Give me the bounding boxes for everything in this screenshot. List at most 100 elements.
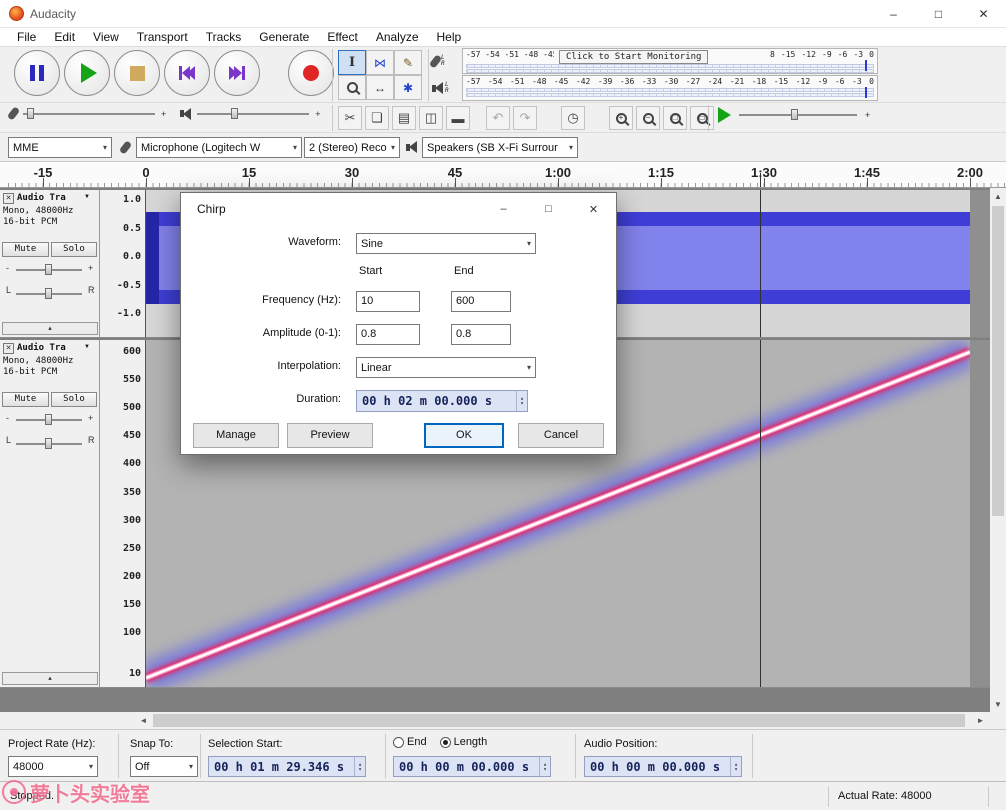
track2-solo-button[interactable]: Solo bbox=[51, 392, 97, 407]
playback-device-dropdown[interactable]: Speakers (SB X-Fi Surrour ▾ bbox=[422, 137, 578, 158]
end-radio[interactable] bbox=[393, 736, 404, 748]
track2-vertical-ruler[interactable]: 600 550 500 450 400 350 300 250 200 150 … bbox=[100, 340, 146, 688]
track1-gain-thumb[interactable] bbox=[45, 264, 52, 275]
zoom-tool-button[interactable] bbox=[338, 75, 366, 100]
trim-audio-button[interactable]: ◫ bbox=[419, 106, 443, 130]
project-rate-dropdown[interactable]: 48000 ▾ bbox=[8, 756, 98, 777]
menu-tracks[interactable]: Tracks bbox=[197, 30, 251, 44]
play-at-speed-icon[interactable] bbox=[718, 107, 731, 123]
amplitude-start-input[interactable]: 0.8 bbox=[356, 324, 420, 345]
track1-mute-button[interactable]: Mute bbox=[2, 242, 49, 257]
horizontal-scroll-thumb[interactable] bbox=[153, 714, 965, 727]
track2-gain-slider[interactable] bbox=[16, 414, 82, 425]
track1-solo-button[interactable]: Solo bbox=[51, 242, 97, 257]
fit-project-button[interactable]: ▭ bbox=[690, 106, 714, 130]
redo-button[interactable]: ↷ bbox=[513, 106, 537, 130]
recording-meter[interactable]: LR -57 -54 -51 -48 -45 8 -15 -12 -9 -6 -… bbox=[428, 48, 878, 74]
dialog-minimize-button[interactable]: – bbox=[481, 194, 526, 224]
track1-pan-slider[interactable] bbox=[16, 288, 82, 299]
window-close-button[interactable]: ✕ bbox=[961, 0, 1006, 28]
frequency-start-input[interactable]: 10 bbox=[356, 291, 420, 312]
manage-button[interactable]: Manage bbox=[193, 423, 279, 448]
pause-button[interactable] bbox=[14, 50, 60, 96]
scroll-down-arrow[interactable]: ▼ bbox=[990, 696, 1006, 712]
undo-button[interactable]: ↶ bbox=[486, 106, 510, 130]
track1-pan-thumb[interactable] bbox=[45, 288, 52, 299]
track2-mute-button[interactable]: Mute bbox=[2, 392, 49, 407]
skip-to-start-button[interactable] bbox=[164, 50, 210, 96]
track2-gain-thumb[interactable] bbox=[45, 414, 52, 425]
duration-timecode[interactable]: 00 h 02 m 00.000 s ▴ ▾ bbox=[356, 390, 528, 412]
menu-transport[interactable]: Transport bbox=[128, 30, 197, 44]
spinner-icon[interactable]: ▴ ▾ bbox=[516, 391, 527, 411]
scroll-right-arrow[interactable]: ► bbox=[972, 712, 989, 729]
menu-view[interactable]: View bbox=[84, 30, 128, 44]
playback-meter[interactable]: LR -57 -54 -51 -48 -45 -42 -39 -36 -33 -… bbox=[432, 75, 878, 101]
track1-menu-icon[interactable]: ▼ bbox=[84, 194, 90, 200]
track1-control-panel[interactable]: ✕ Audio Tra ▼ Mono, 48000Hz 16-bit PCM M… bbox=[0, 190, 100, 338]
spinner-icon[interactable]: ▴ ▾ bbox=[730, 757, 741, 776]
envelope-tool-button[interactable]: ⋈ bbox=[366, 50, 394, 75]
waveform-dropdown[interactable]: Sine ▾ bbox=[356, 233, 536, 254]
ok-button[interactable]: OK bbox=[424, 423, 504, 448]
interpolation-dropdown[interactable]: Linear ▾ bbox=[356, 357, 536, 378]
dialog-maximize-button[interactable]: □ bbox=[526, 194, 571, 224]
horizontal-scrollbar[interactable]: ◄ ► bbox=[0, 712, 1006, 729]
audio-position-timecode[interactable]: 00 h 00 m 00.000 s ▴ ▾ bbox=[584, 756, 742, 777]
recording-volume-thumb[interactable] bbox=[27, 107, 34, 119]
silence-audio-button[interactable]: ▬ bbox=[446, 106, 470, 130]
frequency-end-input[interactable]: 600 bbox=[451, 291, 511, 312]
play-button[interactable] bbox=[64, 50, 110, 96]
menu-effect[interactable]: Effect bbox=[318, 30, 366, 44]
track2-close-button[interactable]: ✕ bbox=[3, 343, 14, 354]
cancel-button[interactable]: Cancel bbox=[518, 423, 604, 448]
window-maximize-button[interactable]: □ bbox=[916, 0, 961, 28]
zoom-in-button[interactable]: + bbox=[609, 106, 633, 130]
zoom-out-button[interactable]: − bbox=[636, 106, 660, 130]
skip-to-end-button[interactable] bbox=[214, 50, 260, 96]
cut-button[interactable]: ✂ bbox=[338, 106, 362, 130]
track2-menu-icon[interactable]: ▼ bbox=[84, 344, 90, 350]
playback-meter-strip[interactable]: -57 -54 -51 -48 -45 -42 -39 -36 -33 -30 … bbox=[462, 75, 878, 101]
menu-help[interactable]: Help bbox=[428, 30, 471, 44]
scroll-left-arrow[interactable]: ◄ bbox=[135, 712, 152, 729]
timeshift-tool-button[interactable]: ↔ bbox=[366, 75, 394, 100]
monitoring-button[interactable]: Click to Start Monitoring bbox=[559, 50, 709, 64]
track1-collapse-button[interactable]: ▴ bbox=[2, 322, 98, 335]
vertical-scrollbar[interactable]: ▲ ▼ bbox=[990, 188, 1006, 712]
track1-gain-slider[interactable] bbox=[16, 264, 82, 275]
menu-file[interactable]: File bbox=[8, 30, 45, 44]
timeline-ruler[interactable]: -15 0 15 30 45 1:00 1:15 1:30 1:45 2:00 bbox=[0, 162, 1006, 188]
menu-edit[interactable]: Edit bbox=[45, 30, 84, 44]
amplitude-end-input[interactable]: 0.8 bbox=[451, 324, 511, 345]
audio-host-dropdown[interactable]: MME ▾ bbox=[8, 137, 112, 158]
menu-generate[interactable]: Generate bbox=[250, 30, 318, 44]
recording-meter-strip[interactable]: -57 -54 -51 -48 -45 8 -15 -12 -9 -6 -3 0… bbox=[462, 48, 878, 74]
playback-volume-slider[interactable] bbox=[197, 107, 310, 119]
recording-volume-slider[interactable] bbox=[23, 107, 155, 119]
paste-button[interactable]: ▤ bbox=[392, 106, 416, 130]
track2-pan-thumb[interactable] bbox=[45, 438, 52, 449]
selection-start-timecode[interactable]: 00 h 01 m 29.346 s ▴ ▾ bbox=[208, 756, 366, 777]
menu-analyze[interactable]: Analyze bbox=[367, 30, 428, 44]
window-minimize-button[interactable]: – bbox=[871, 0, 916, 28]
timer-record-button[interactable]: ◷ bbox=[561, 106, 585, 130]
selection-tool-button[interactable]: I bbox=[338, 50, 366, 75]
chirp-dialog-titlebar[interactable]: Chirp – □ ✕ bbox=[181, 193, 616, 225]
play-speed-thumb[interactable] bbox=[791, 109, 798, 120]
track1-title[interactable]: Audio Tra bbox=[17, 193, 66, 203]
snap-to-dropdown[interactable]: Off ▾ bbox=[130, 756, 198, 777]
copy-button[interactable]: ❏ bbox=[365, 106, 389, 130]
spinner-icon[interactable]: ▴ ▾ bbox=[354, 757, 365, 776]
scroll-up-arrow[interactable]: ▲ bbox=[990, 188, 1006, 204]
track2-collapse-button[interactable]: ▴ bbox=[2, 672, 98, 685]
fit-selection-button[interactable]: □ bbox=[663, 106, 687, 130]
record-button[interactable] bbox=[288, 50, 334, 96]
track1-close-button[interactable]: ✕ bbox=[3, 193, 14, 204]
selection-length-timecode[interactable]: 00 h 00 m 00.000 s ▴ ▾ bbox=[393, 756, 551, 777]
playback-volume-thumb[interactable] bbox=[231, 107, 239, 119]
length-radio[interactable] bbox=[439, 736, 451, 748]
preview-button[interactable]: Preview bbox=[287, 423, 373, 448]
track1-vertical-ruler[interactable]: 1.0 0.5 0.0 -0.5 -1.0 bbox=[100, 190, 146, 338]
play-speed-slider[interactable] bbox=[739, 109, 857, 120]
